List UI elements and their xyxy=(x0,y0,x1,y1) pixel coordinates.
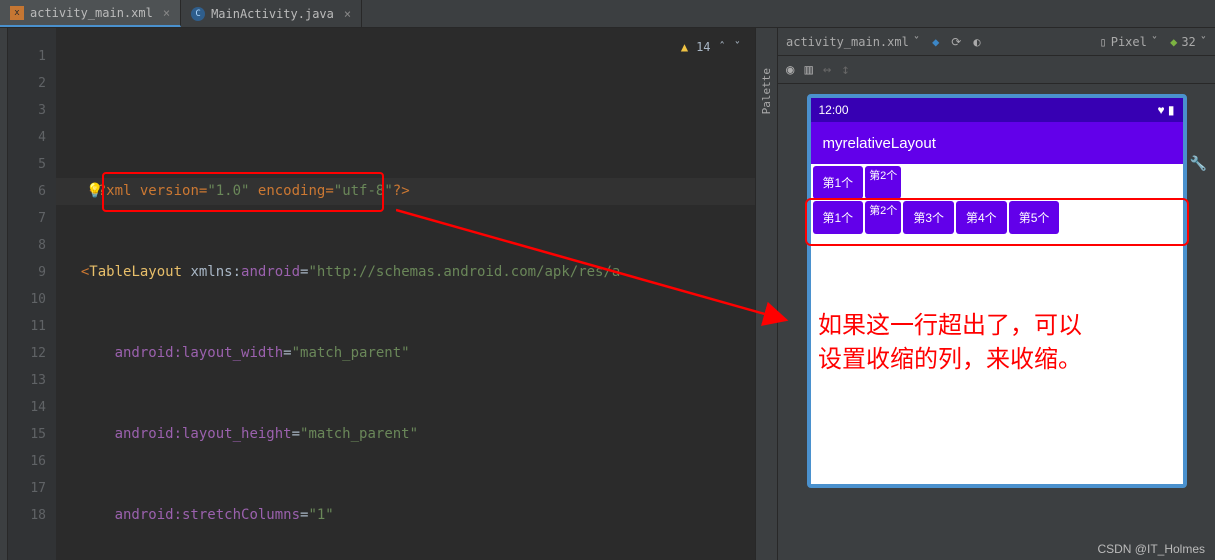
wrench-icon[interactable]: 🔧 xyxy=(1190,156,1207,172)
tab-activity-main[interactable]: x activity_main.xml × xyxy=(0,0,181,27)
phone-status-bar: 12:00 ♥ ▮ xyxy=(811,98,1183,122)
android-icon: ◆ xyxy=(1170,35,1177,49)
blueprint-icon[interactable]: ▥ xyxy=(804,62,812,78)
phone-frame: 12:00 ♥ ▮ myrelativeLayout 第1个 第2个 第1个 xyxy=(807,94,1187,488)
eye-icon[interactable]: ◉ xyxy=(786,62,794,78)
orientation-icon[interactable]: ⟳ xyxy=(951,35,961,49)
inspection-bar: ▲ 14 ˆ ˇ xyxy=(681,34,741,61)
device-dropdown[interactable]: ▯ Pixelˇ xyxy=(1099,35,1158,49)
btn[interactable]: 第2个 xyxy=(865,166,901,199)
table-row-1: 第1个 第2个 xyxy=(813,166,1181,199)
theme-icon[interactable]: ◐ xyxy=(973,35,980,49)
warning-icon[interactable]: ▲ xyxy=(681,34,688,61)
code-pane: 1 2 3 4 5 6 7 8 9 10 11 12 13 14 15 16 1… xyxy=(8,28,755,560)
table-row-2: 第1个 第2个 第3个 第4个 第5个 xyxy=(813,201,1181,234)
status-icons: ♥ ▮ xyxy=(1157,103,1174,117)
tab-label: activity_main.xml xyxy=(30,6,153,20)
warning-count: 14 xyxy=(696,34,710,61)
bulb-icon[interactable]: 💡 xyxy=(86,178,100,192)
preview-view-bar: ◉ ▥ ↔ ↕ xyxy=(778,56,1215,84)
xml-file-icon: x xyxy=(10,6,24,20)
api-dropdown[interactable]: ◆ 32ˇ xyxy=(1170,35,1207,49)
close-icon[interactable]: × xyxy=(344,7,351,21)
annotation-text: 如果这一行超出了，可以 设置收缩的列，来收缩。 xyxy=(818,309,1082,376)
tab-main-activity[interactable]: C MainActivity.java × xyxy=(181,0,362,27)
btn[interactable]: 第1个 xyxy=(813,201,864,234)
phone-icon: ▯ xyxy=(1099,35,1106,49)
preview-pane: Palette activity_main.xmlˇ ◆ ⟳ ◐ ▯ Pixel… xyxy=(755,28,1215,560)
span-v-icon: ↕ xyxy=(841,62,849,78)
code-body[interactable]: <?xml version="1.0" encoding="utf-8"?> <… xyxy=(56,28,755,560)
btn[interactable]: 第3个 xyxy=(903,201,954,234)
nav-down-icon[interactable]: ˇ xyxy=(734,34,741,61)
chevron-down-icon: ˇ xyxy=(1200,35,1207,49)
phone-time: 12:00 xyxy=(819,103,849,117)
phone-title: myrelativeLayout xyxy=(811,122,1183,164)
watermark: CSDN @IT_Holmes xyxy=(1097,542,1205,556)
tab-label: MainActivity.java xyxy=(211,7,334,21)
left-sidebar-stub xyxy=(0,28,8,560)
nav-up-icon[interactable]: ˆ xyxy=(719,34,726,61)
gutter: 1 2 3 4 5 6 7 8 9 10 11 12 13 14 15 16 1… xyxy=(8,28,56,560)
btn[interactable]: 第4个 xyxy=(956,201,1007,234)
close-icon[interactable]: × xyxy=(163,6,170,20)
btn[interactable]: 第1个 xyxy=(813,166,864,199)
tab-bar: x activity_main.xml × C MainActivity.jav… xyxy=(0,0,1215,28)
chevron-down-icon: ˇ xyxy=(1151,35,1158,49)
layers-icon[interactable]: ◆ xyxy=(932,35,939,49)
java-file-icon: C xyxy=(191,7,205,21)
btn[interactable]: 第2个 xyxy=(865,201,901,234)
chevron-down-icon: ˇ xyxy=(913,35,920,49)
preview-toolbar: activity_main.xmlˇ ◆ ⟳ ◐ ▯ Pixelˇ ◆ 32ˇ xyxy=(778,28,1215,56)
palette-tab[interactable]: Palette xyxy=(756,28,778,560)
file-dropdown[interactable]: activity_main.xmlˇ xyxy=(786,35,920,49)
span-h-icon: ↔ xyxy=(823,62,831,78)
btn[interactable]: 第5个 xyxy=(1009,201,1060,234)
